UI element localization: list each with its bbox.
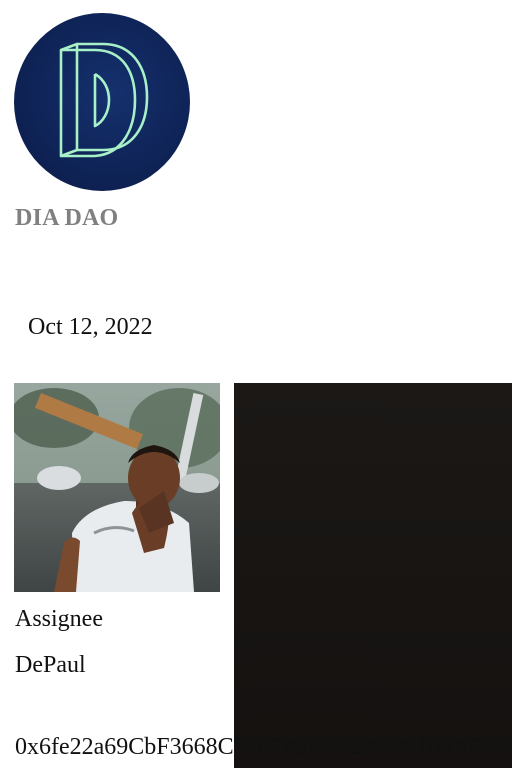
- dark-media-panel[interactable]: [234, 383, 512, 768]
- assignee-label: Assignee: [15, 606, 103, 632]
- dia-dao-logo-icon[interactable]: [14, 13, 190, 191]
- assignee-photo-image: [14, 383, 220, 592]
- assignee-name[interactable]: DePaul: [15, 652, 86, 679]
- task-date: Oct 12, 2022: [28, 314, 153, 340]
- task-card-page: DIA DAO Oct 12, 2022 Assignee DePaul 0x6…: [0, 0, 512, 768]
- dia-dao-logo-mark: [59, 42, 149, 158]
- assignee-photo[interactable]: [14, 383, 220, 592]
- organization-name[interactable]: DIA DAO: [15, 205, 118, 232]
- wallet-address[interactable]: 0x6fe22a69CbF3668C3aC7c3B7B2A499109A5: [15, 734, 482, 761]
